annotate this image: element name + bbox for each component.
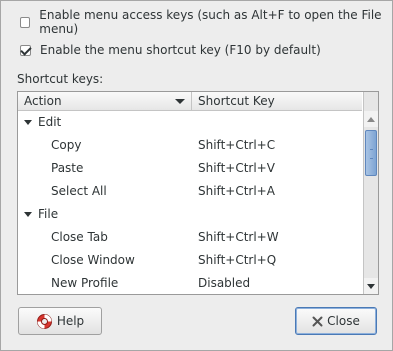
action-cell: Paste [51, 161, 84, 175]
tree-item-row[interactable]: Select All Shift+Ctrl+A [18, 180, 362, 203]
column-header-action-label: Action [24, 94, 62, 108]
tree-item-row[interactable]: Close Window Shift+Ctrl+Q [18, 249, 362, 272]
menu-shortcut-key-label[interactable]: Enable the menu shortcut key (F10 by def… [40, 43, 321, 57]
tree-item-row[interactable]: Paste Shift+Ctrl+V [18, 157, 362, 180]
column-header-shortcut-key-label: Shortcut Key [198, 94, 275, 108]
tree-rows: Edit Copy Shift+Ctrl+C Paste Shift+Ctrl+… [18, 111, 362, 294]
shortcut-keys-heading: Shortcut keys: [17, 72, 104, 86]
shortcut-key-cell[interactable]: Shift+Ctrl+W [198, 226, 279, 249]
tree-group-row[interactable]: Edit [18, 111, 362, 134]
shortcut-key-cell[interactable]: Shift+Ctrl+C [198, 134, 275, 157]
scrollbar-thumb[interactable] [365, 130, 377, 176]
grip-icon [370, 149, 373, 159]
action-cell: Select All [51, 184, 107, 198]
shortcut-key-cell[interactable]: Disabled [198, 272, 250, 294]
expander-open-icon[interactable] [24, 212, 32, 217]
help-button-label: Help [56, 314, 85, 328]
group-label: File [38, 207, 59, 221]
tree-item-row[interactable]: New Profile Disabled [18, 272, 362, 294]
close-button[interactable]: Close [295, 307, 377, 335]
shortcut-key-cell[interactable]: Shift+Ctrl+Q [198, 249, 276, 272]
tree-item-row[interactable]: Close Tab Shift+Ctrl+W [18, 226, 362, 249]
close-x-icon [312, 316, 323, 327]
action-cell: Copy [51, 138, 82, 152]
shortcut-key-cell[interactable]: Shift+Ctrl+A [198, 180, 275, 203]
menu-shortcut-key-checkbox[interactable] [20, 44, 31, 56]
preferences-dialog: Enable menu access keys (such as Alt+F t… [0, 0, 393, 351]
arrow-up-icon [367, 117, 375, 122]
menu-access-keys-option[interactable]: Enable menu access keys (such as Alt+F t… [20, 8, 392, 36]
menu-access-keys-label[interactable]: Enable menu access keys (such as Alt+F t… [39, 8, 392, 36]
action-cell: New Profile [51, 276, 119, 290]
column-header-shortcut-key[interactable]: Shortcut Key [192, 92, 362, 110]
group-label: Edit [38, 115, 62, 129]
scroll-up-button[interactable] [364, 111, 378, 127]
shortcut-key-cell[interactable]: Shift+Ctrl+V [198, 157, 275, 180]
close-button-label: Close [327, 314, 360, 328]
scroll-down-button[interactable] [364, 278, 378, 294]
tree-item-row[interactable]: Copy Shift+Ctrl+C [18, 134, 362, 157]
expander-open-icon[interactable] [24, 120, 32, 125]
action-cell: Close Window [51, 253, 135, 267]
vertical-scrollbar[interactable] [363, 92, 378, 294]
column-header-action[interactable]: Action [18, 92, 192, 110]
lifebuoy-icon [36, 313, 53, 330]
action-cell: Close Tab [51, 230, 108, 244]
sort-descending-icon [175, 99, 185, 104]
help-button[interactable]: Help [18, 307, 102, 335]
tree-header: Action Shortcut Key [18, 92, 362, 111]
arrow-down-icon [367, 284, 375, 289]
tree-group-row[interactable]: File [18, 203, 362, 226]
menu-shortcut-key-option[interactable]: Enable the menu shortcut key (F10 by def… [20, 42, 321, 58]
shortcut-keys-tree[interactable]: Action Shortcut Key Edit Copy Shift+Ctrl… [17, 91, 379, 295]
menu-access-keys-checkbox[interactable] [20, 16, 31, 28]
